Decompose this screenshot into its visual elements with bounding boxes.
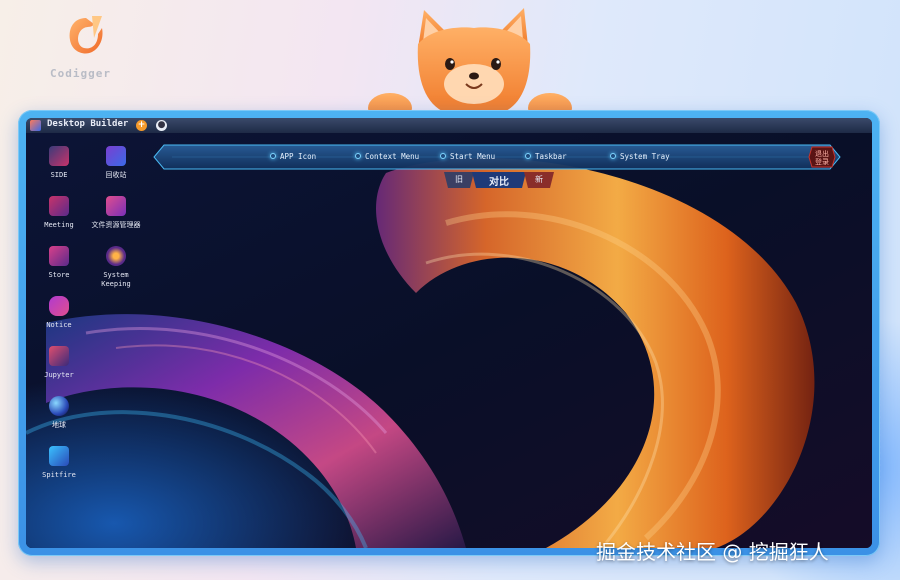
jupyter-icon — [49, 346, 69, 366]
exit-label-line1: 退出 — [815, 150, 829, 158]
compare-old-label[interactable]: 旧 — [452, 174, 466, 185]
compare-label: 对比 — [489, 177, 509, 188]
desktop-icon-label: Meeting — [44, 221, 74, 229]
navbar-background — [153, 144, 841, 170]
window-titlebar: Desktop Builder + ● — [26, 118, 872, 133]
nav-context-menu[interactable]: Context Menu — [355, 152, 419, 164]
desktop-icon-label: Store — [48, 271, 70, 279]
desktop-icon-globe[interactable]: 地球 — [27, 396, 91, 430]
desktop-icon-side[interactable]: SIDE — [27, 146, 91, 180]
desktop-icon-label: 文件资源管理器 — [91, 221, 141, 229]
side-icon — [49, 146, 69, 166]
compare-toggle[interactable]: 旧 对比 新 — [444, 172, 554, 188]
exit-login-button[interactable]: 退出 登录 — [808, 146, 836, 168]
compare-new-label[interactable]: 新 — [532, 174, 546, 185]
desktop-icon-file-explorer[interactable]: 文件资源管理器 — [84, 196, 148, 230]
desktop-icon-label: Jupyter — [44, 371, 74, 379]
recycle-bin-icon — [106, 146, 126, 166]
store-icon — [49, 246, 69, 266]
desktop-icon-recycle-bin[interactable]: 回收站 — [84, 146, 148, 180]
window-nav-button[interactable]: ● — [156, 120, 167, 131]
window-title: Desktop Builder — [47, 119, 129, 129]
desktop-icon-store[interactable]: Store — [27, 246, 91, 280]
top-navigation-bar: APP Icon Context Menu Start Menu Taskbar… — [152, 143, 842, 171]
desktop-icon-label: 地球 — [52, 421, 66, 429]
desktop-icon-system-keeping[interactable]: System Keeping — [84, 246, 148, 289]
desktop-icon-jupyter[interactable]: Jupyter — [27, 346, 91, 380]
spitfire-icon — [49, 446, 69, 466]
desktop-builder-app-icon — [30, 120, 41, 131]
desktop-icon-meeting[interactable]: Meeting — [27, 196, 91, 230]
meeting-icon — [49, 196, 69, 216]
codigger-logo-icon — [69, 16, 103, 54]
desktop-icon-label: System Keeping — [101, 271, 131, 288]
desktop-icon-label: Spitfire — [42, 471, 76, 479]
system-keeping-icon — [106, 246, 126, 266]
nav-start-menu[interactable]: Start Menu — [440, 152, 495, 164]
desktop-icon-label: 回收站 — [105, 171, 127, 179]
desktop-icon-label: SIDE — [50, 171, 68, 179]
fox-mascot-illustration — [368, 8, 572, 123]
globe-icon — [49, 396, 69, 416]
nav-system-tray[interactable]: System Tray — [610, 152, 670, 164]
brand-name: Codigger — [50, 67, 111, 80]
exit-label-line2: 登录 — [815, 158, 829, 166]
wallpaper — [26, 133, 872, 548]
desktop-icon-notice[interactable]: Notice — [27, 296, 91, 330]
add-tab-button[interactable]: + — [136, 120, 147, 131]
watermark-text: 掘金技术社区 @ 挖掘狂人 — [596, 540, 829, 564]
notice-icon — [49, 296, 69, 316]
desktop-builder-window: Desktop Builder + ● SIDE 回收站 Meeting 文件资… — [26, 118, 872, 548]
nav-taskbar[interactable]: Taskbar — [525, 152, 567, 164]
nav-app-icon[interactable]: APP Icon — [270, 152, 316, 164]
desktop-icon-spitfire[interactable]: Spitfire — [27, 446, 91, 480]
desktop-icon-label: Notice — [46, 321, 72, 329]
file-explorer-icon — [106, 196, 126, 216]
